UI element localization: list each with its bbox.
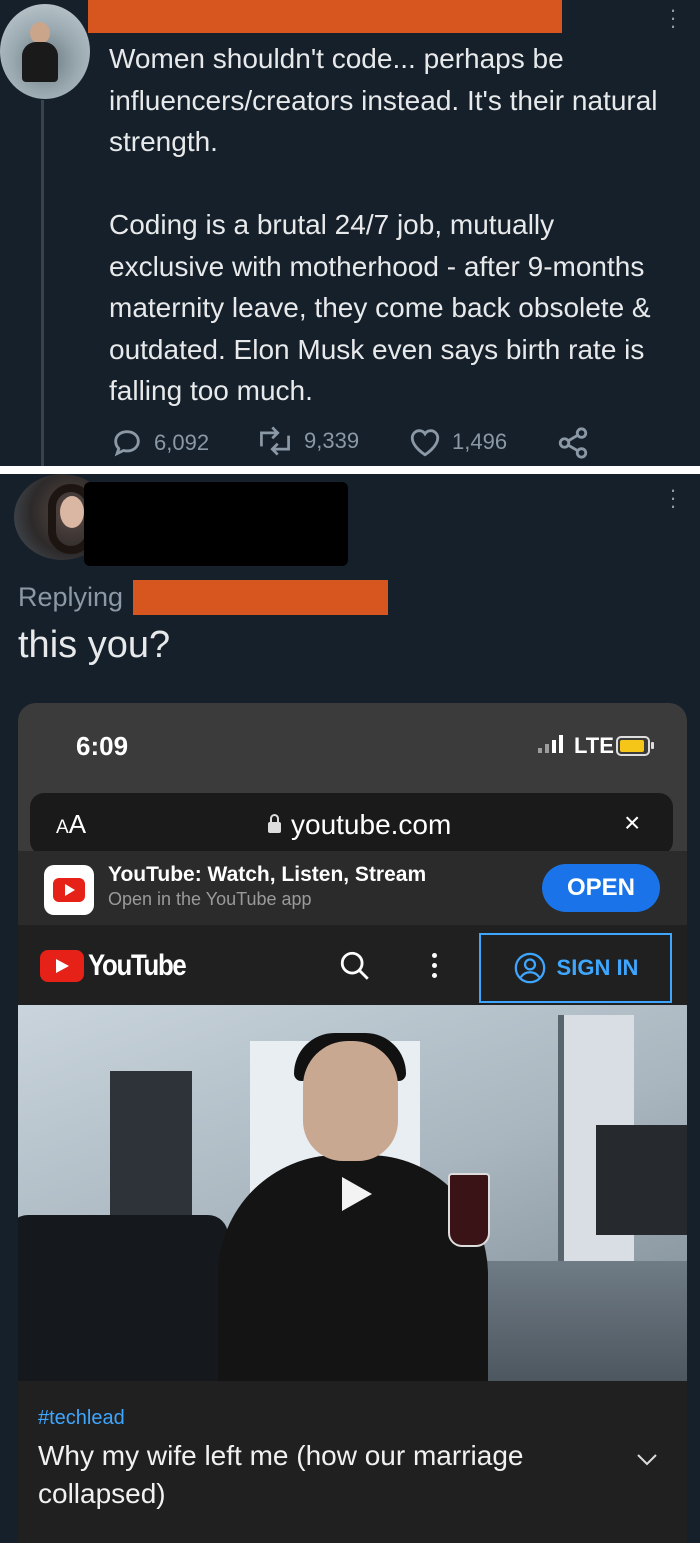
redacted-reply-author	[84, 482, 348, 566]
reply-count: 6,092	[154, 430, 210, 455]
like-count: 1,496	[452, 429, 508, 454]
more-options-icon[interactable]: · · ·	[668, 479, 678, 517]
more-vert-icon[interactable]	[432, 953, 438, 983]
tweet-paragraph-2: Coding is a brutal 24/7 job, mutually ex…	[109, 209, 651, 406]
heart-icon	[410, 429, 440, 457]
url-text: youtube.com	[291, 809, 452, 840]
share-button[interactable]	[556, 426, 590, 460]
lock-icon	[268, 813, 281, 833]
youtube-logo[interactable]: YouTube	[40, 949, 201, 983]
status-time: 6:09	[76, 731, 129, 761]
tweet-reply: · · · Replying this you? 6:09 LTE AA youtu…	[0, 474, 700, 1543]
text-size-large: A	[68, 809, 87, 839]
app-banner-title: YouTube: Watch, Listen, Stream	[108, 863, 427, 886]
retweet-count: 9,339	[304, 428, 360, 453]
video-metadata: #techlead Why my wife left me (how our m…	[18, 1381, 687, 1543]
text-size-small: A	[56, 817, 69, 838]
youtube-wordmark: YouTube	[88, 949, 187, 982]
address-bar[interactable]: AA youtube.com ×	[30, 793, 673, 855]
play-icon[interactable]	[318, 1153, 390, 1233]
share-icon	[558, 427, 588, 459]
status-bar: 6:09 LTE	[18, 703, 687, 783]
battery-icon	[616, 736, 654, 756]
tweet-paragraph-1: Women shouldn't code... perhaps be influ…	[109, 43, 658, 157]
redacted-reply-handle	[133, 580, 388, 615]
tweet-text: Women shouldn't code... perhaps be influ…	[109, 38, 669, 412]
tweet-original: · · · Women shouldn't code... perhaps be i…	[0, 0, 700, 466]
network-label: LTE	[574, 733, 614, 758]
more-options-icon[interactable]: · · ·	[668, 0, 678, 37]
search-icon[interactable]	[338, 949, 372, 983]
retweet-icon	[260, 426, 290, 456]
retweet-button[interactable]: 9,339	[256, 426, 359, 456]
like-button[interactable]: 1,496	[408, 426, 507, 458]
reply-button[interactable]: 6,092	[110, 426, 209, 460]
video-title: Why my wife left me (how our marriage co…	[38, 1440, 524, 1509]
account-icon	[514, 952, 545, 984]
url-display[interactable]: youtube.com	[268, 809, 451, 841]
video-player[interactable]	[18, 1005, 687, 1381]
sign-in-button[interactable]: SIGN IN	[479, 933, 672, 1003]
chevron-down-icon[interactable]	[634, 1449, 660, 1469]
thread-line	[41, 100, 44, 466]
redacted-author-name	[88, 0, 562, 33]
replying-to-label: Replying	[18, 582, 124, 612]
app-banner-subtitle: Open in the YouTube app	[108, 889, 312, 909]
youtube-app-icon	[44, 865, 94, 915]
signal-icon	[538, 735, 563, 753]
open-app-button[interactable]: OPEN	[542, 864, 660, 912]
embedded-screenshot: 6:09 LTE AA youtube.com × YouTube: Watch…	[18, 703, 687, 1543]
text-size-button[interactable]: AA	[56, 809, 86, 840]
youtube-play-logo-icon	[40, 950, 84, 982]
reply-text: this you?	[18, 624, 171, 666]
youtube-header: YouTube SIGN IN	[18, 925, 687, 1005]
author-avatar[interactable]	[0, 4, 90, 99]
reply-icon	[114, 430, 140, 457]
close-icon[interactable]: ×	[624, 807, 640, 839]
video-hashtag[interactable]: #techlead	[38, 1407, 125, 1430]
sign-in-label: SIGN IN	[556, 955, 639, 980]
